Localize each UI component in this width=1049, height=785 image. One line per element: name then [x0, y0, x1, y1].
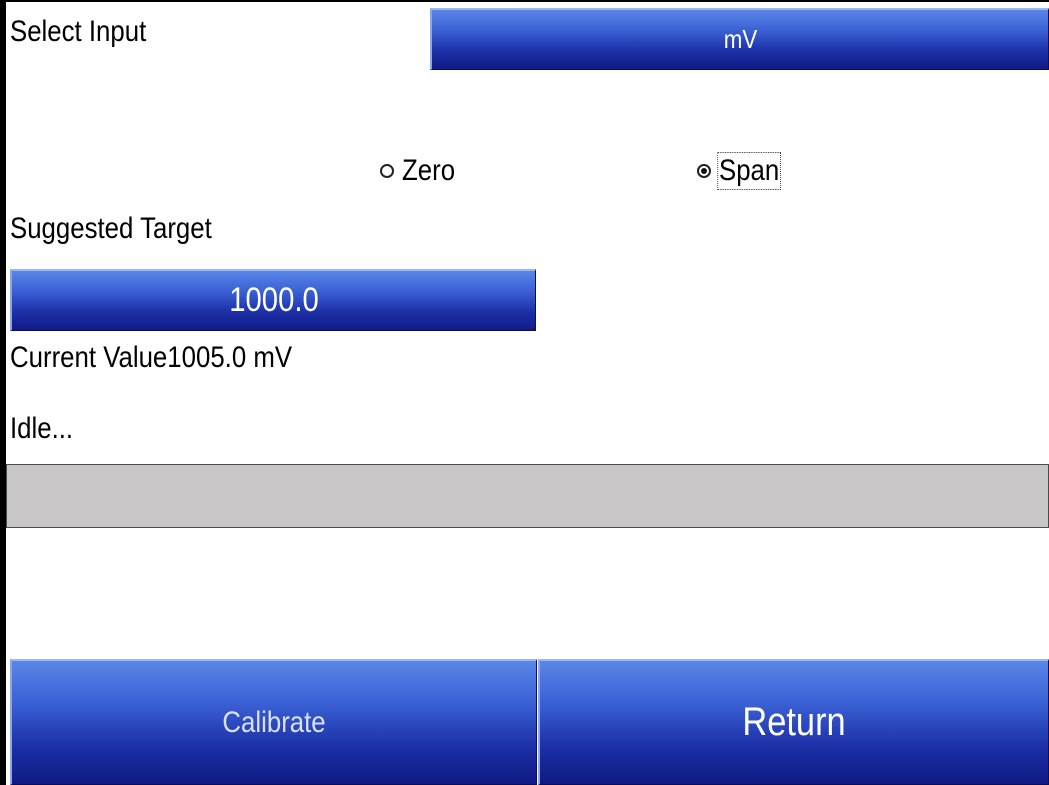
zero-radio-icon — [380, 164, 394, 178]
suggested-target-value: 1000.0 — [228, 281, 319, 319]
return-button-label: Return — [742, 700, 846, 744]
span-radio[interactable]: Span — [697, 152, 789, 190]
window-edge — [0, 2, 6, 785]
calibration-progress-bar — [6, 464, 1049, 528]
suggested-target-field[interactable]: 1000.0 — [10, 269, 536, 331]
suggested-target-label: Suggested Target — [10, 212, 212, 245]
span-radio-label: Span — [717, 152, 781, 190]
input-type-select[interactable]: mV — [430, 8, 1049, 70]
calibrate-button-label: Calibrate — [222, 705, 326, 739]
return-button[interactable]: Return — [538, 659, 1049, 785]
select-input-label: Select Input — [10, 15, 147, 48]
current-value-text: Current Value1005.0 mV — [10, 341, 293, 374]
input-type-value: mV — [723, 24, 757, 54]
status-text: Idle... — [10, 412, 74, 445]
zero-radio-label: Zero — [402, 154, 456, 187]
calibrate-button[interactable]: Calibrate — [10, 659, 537, 785]
app-window: Select Input mV Zero Span Suggested Targ… — [0, 0, 1049, 785]
zero-radio[interactable]: Zero — [380, 154, 464, 188]
span-radio-icon — [697, 164, 711, 178]
